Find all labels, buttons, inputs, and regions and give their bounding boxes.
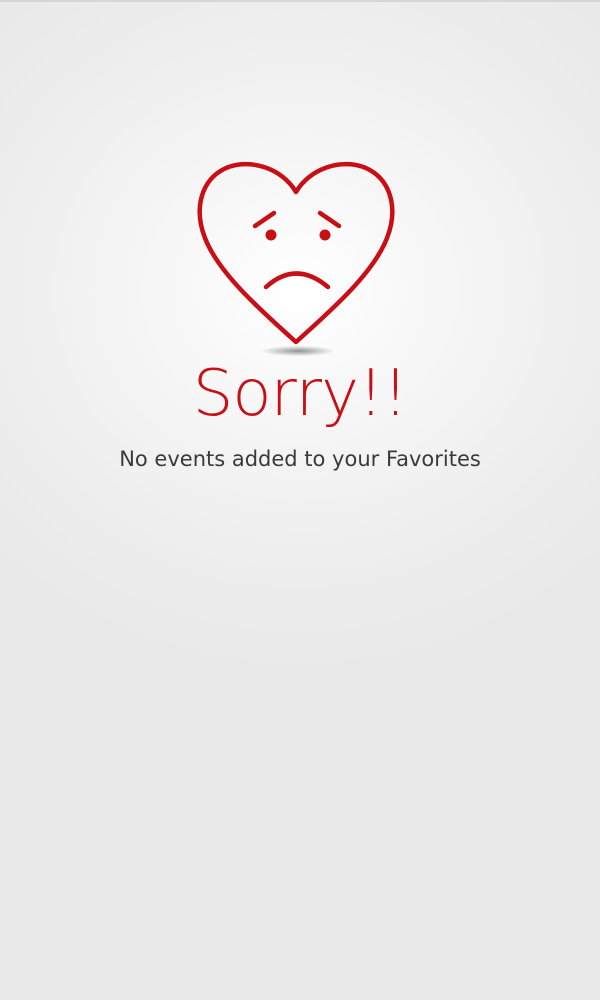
heart-face	[252, 210, 342, 290]
sorry-title: Sorry!!	[192, 357, 409, 431]
empty-favorites-state: Sorry!! No events added to your Favorite…	[0, 0, 600, 1000]
sad-heart-icon	[197, 161, 395, 345]
empty-message: No events added to your Favorites	[119, 447, 481, 471]
